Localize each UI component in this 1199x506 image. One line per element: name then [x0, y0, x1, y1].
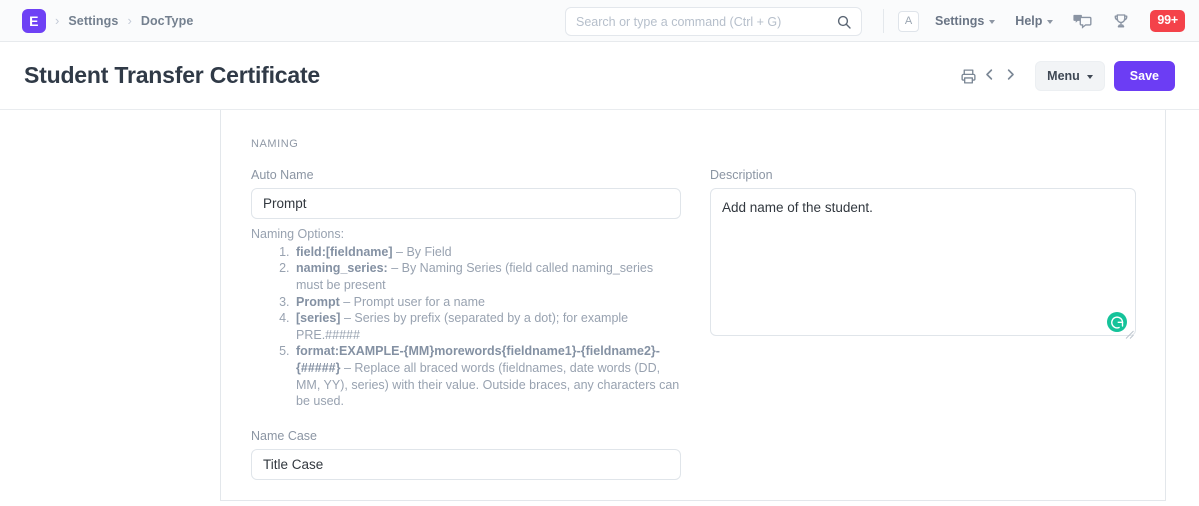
print-icon[interactable] — [958, 68, 979, 85]
section-label-naming: NAMING — [251, 138, 299, 150]
save-button[interactable]: Save — [1113, 61, 1175, 91]
auto-name-label: Auto Name — [251, 168, 314, 182]
nav-menu-settings-label: Settings — [934, 14, 985, 28]
form-column-left: Auto Name Naming Options: field:[fieldna… — [251, 168, 681, 410]
form-column-right: Description — [710, 168, 1136, 341]
naming-option-desc: – Prompt user for a name — [339, 294, 485, 309]
nav-menu-help[interactable]: Help — [1015, 14, 1054, 28]
menu-button[interactable]: Menu — [1035, 61, 1105, 91]
global-search — [565, 7, 862, 36]
naming-option-item: format:EXAMPLE-{MM}morewords{fieldname1}… — [293, 343, 681, 410]
chevron-down-icon — [1047, 20, 1054, 24]
breadcrumb-separator-2: › — [127, 13, 132, 28]
app-logo[interactable]: E — [22, 8, 46, 33]
page-header: Student Transfer Certificate Menu Save — [0, 42, 1199, 110]
prev-document-button[interactable] — [979, 66, 1000, 86]
naming-option-term: field:[fieldname] — [296, 244, 393, 259]
menu-button-label: Menu — [1047, 69, 1080, 83]
naming-option-term: [series] — [296, 311, 341, 326]
top-navbar: E › Settings › DocType A Settings Help — [0, 0, 1199, 42]
naming-option-desc: – Replace all braced words (fieldnames, … — [296, 361, 680, 409]
name-case-label: Name Case — [251, 429, 317, 443]
breadcrumb-settings[interactable]: Settings — [68, 14, 118, 28]
trophy-icon[interactable] — [1112, 12, 1130, 30]
search-icon — [836, 14, 852, 30]
avatar[interactable]: A — [897, 10, 919, 32]
navbar-actions: A Settings Help 99+ — [882, 0, 1185, 42]
breadcrumb-doctype[interactable]: DocType — [141, 14, 194, 28]
breadcrumb: E › Settings › DocType — [22, 8, 194, 33]
notification-badge[interactable]: 99+ — [1150, 10, 1185, 32]
page-title: Student Transfer Certificate — [24, 62, 321, 88]
naming-option-item: field:[fieldname] – By Field — [293, 244, 681, 261]
name-case-input[interactable] — [251, 449, 681, 480]
naming-option-term: naming_series: — [296, 261, 388, 276]
form-card: NAMING Auto Name Naming Options: field:[… — [220, 110, 1166, 501]
description-wrapper — [710, 188, 1136, 341]
nav-menu-help-label: Help — [1015, 14, 1043, 28]
naming-option-item: [series] – Series by prefix (separated b… — [293, 310, 681, 343]
naming-options-heading: Naming Options: — [251, 227, 345, 241]
description-textarea[interactable] — [710, 188, 1136, 336]
chevron-down-icon — [1086, 75, 1093, 79]
name-case-field: Name Case — [251, 429, 681, 480]
search-input[interactable] — [566, 8, 861, 35]
breadcrumb-separator-1: › — [55, 13, 60, 28]
naming-option-desc: – By Field — [392, 244, 452, 259]
naming-options-help: Naming Options: field:[fieldname] – By F… — [251, 226, 681, 410]
nav-menu-settings[interactable]: Settings — [934, 14, 996, 28]
chevron-down-icon — [989, 20, 996, 24]
page-body: NAMING Auto Name Naming Options: field:[… — [0, 110, 1199, 506]
description-label: Description — [710, 168, 773, 182]
naming-options-list: field:[fieldname] – By Field naming_seri… — [251, 244, 681, 410]
navbar-divider — [882, 9, 884, 33]
grammarly-icon[interactable] — [1107, 312, 1127, 332]
page-header-actions: Menu Save — [958, 42, 1175, 110]
auto-name-input[interactable] — [251, 188, 681, 219]
naming-option-desc: – Series by prefix (separated by a dot);… — [296, 311, 629, 342]
naming-option-item: naming_series: – By Naming Series (field… — [293, 260, 681, 293]
chat-icon[interactable] — [1073, 13, 1092, 30]
search-box[interactable] — [565, 7, 862, 36]
naming-option-item: Prompt – Prompt user for a name — [293, 294, 681, 311]
next-document-button[interactable] — [1000, 66, 1021, 86]
naming-option-term: Prompt — [296, 294, 340, 309]
